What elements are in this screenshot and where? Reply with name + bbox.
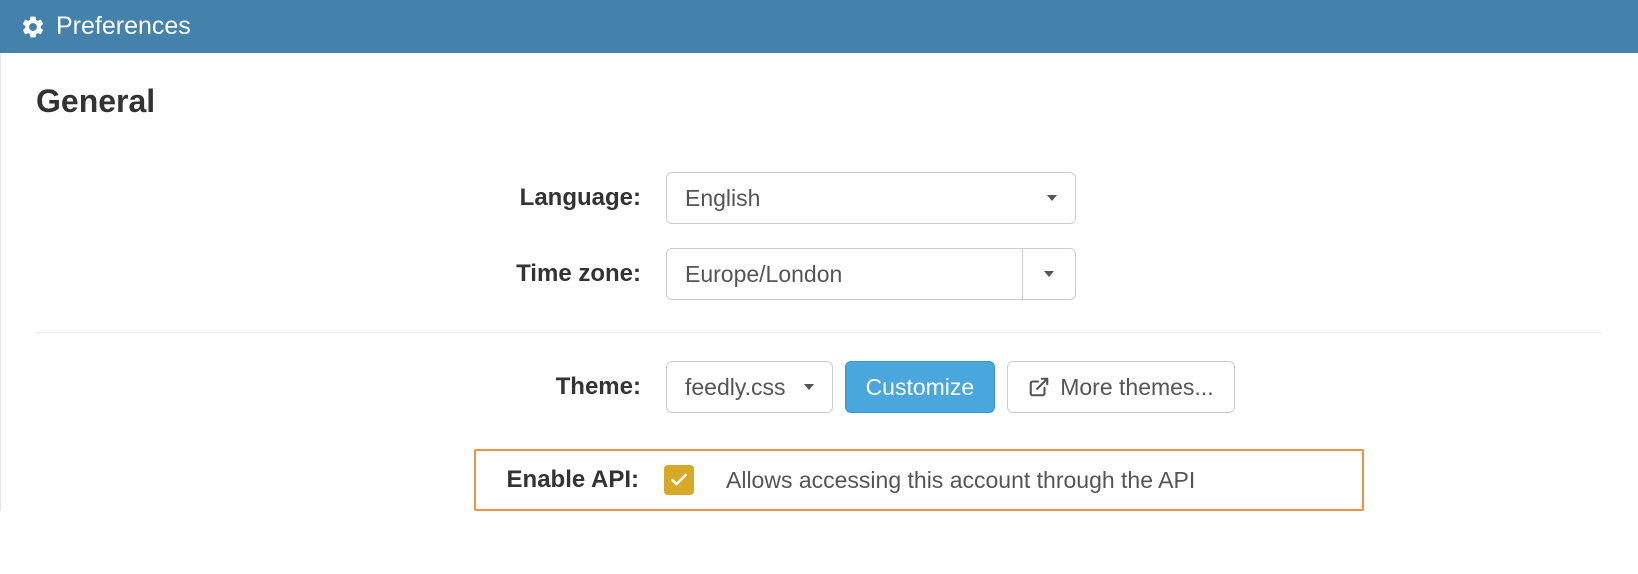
more-themes-button[interactable]: More themes... — [1007, 361, 1234, 413]
row-enable-api: Enable API: Allows accessing this accoun… — [474, 449, 1364, 511]
label-enable-api: Enable API: — [476, 466, 664, 494]
caret-down-icon — [804, 384, 814, 390]
theme-select[interactable]: feedly.css — [666, 361, 833, 413]
customize-button[interactable]: Customize — [845, 361, 996, 413]
timezone-select[interactable]: Europe/London — [666, 248, 1076, 300]
preferences-header: Preferences — [0, 0, 1638, 53]
check-icon — [669, 470, 689, 490]
label-timezone: Time zone: — [36, 260, 666, 288]
enable-api-checkbox[interactable] — [664, 465, 694, 495]
row-theme: Theme: feedly.css Customize More themes.… — [36, 332, 1603, 425]
language-value: English — [685, 185, 760, 212]
timezone-value: Europe/London — [685, 261, 842, 288]
preferences-content: General Language: English Time zone: Eur… — [0, 53, 1638, 511]
more-themes-label: More themes... — [1060, 374, 1213, 401]
caret-down-icon — [1044, 271, 1054, 277]
label-language: Language: — [36, 184, 666, 212]
timezone-dropdown-toggle[interactable] — [1023, 249, 1075, 299]
external-link-icon — [1028, 376, 1050, 398]
header-title: Preferences — [56, 12, 191, 41]
enable-api-description: Allows accessing this account through th… — [726, 467, 1195, 494]
row-language: Language: English — [36, 160, 1603, 236]
section-title-general: General — [36, 83, 1603, 120]
language-select[interactable]: English — [666, 172, 1076, 224]
theme-value: feedly.css — [685, 374, 786, 401]
customize-label: Customize — [866, 374, 975, 401]
gear-icon — [20, 14, 46, 40]
label-theme: Theme: — [36, 373, 666, 401]
caret-down-icon — [1047, 195, 1057, 201]
row-timezone: Time zone: Europe/London — [36, 236, 1603, 312]
